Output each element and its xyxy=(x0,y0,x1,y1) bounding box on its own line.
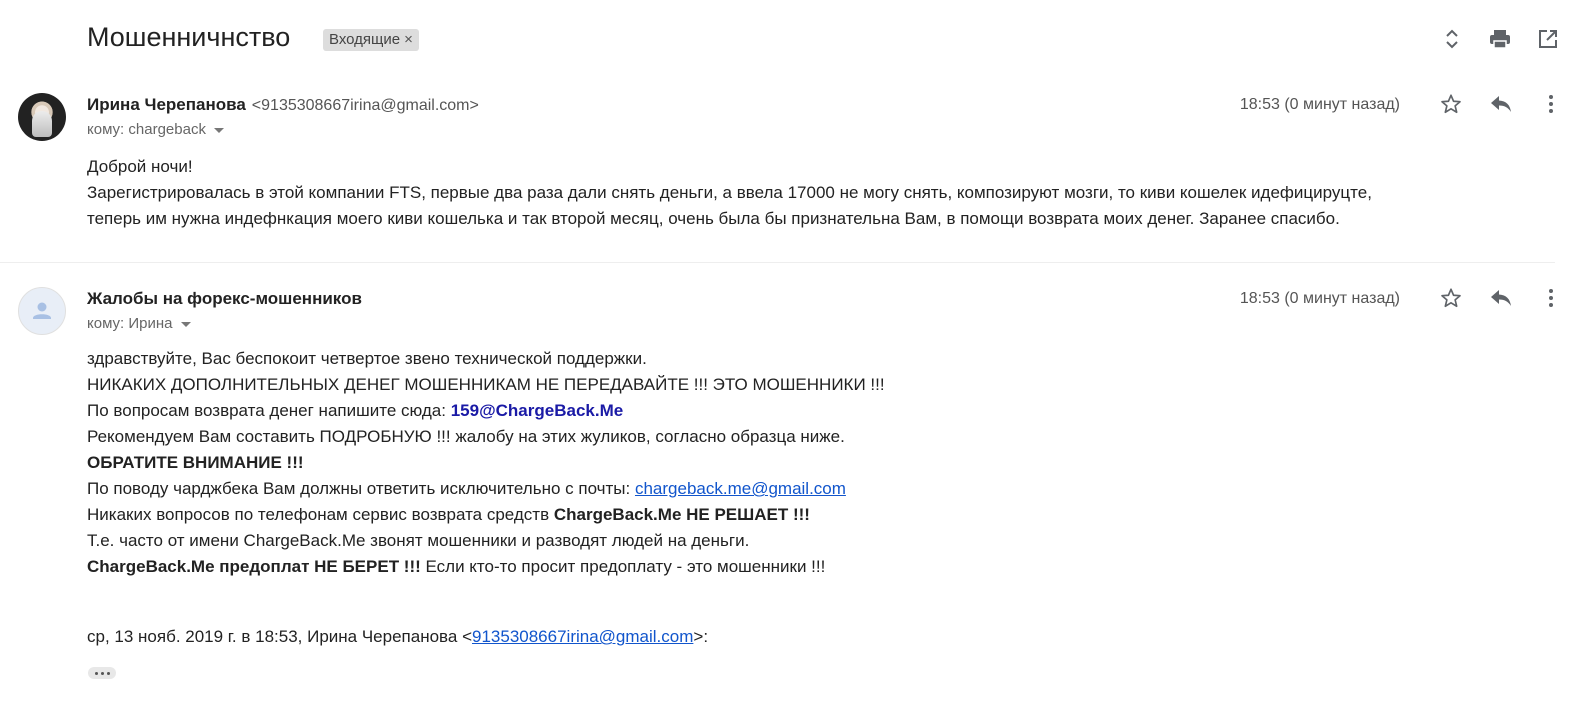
body-text: Никаких вопросов по телефонам сервис воз… xyxy=(87,505,554,524)
ellipsis-dot xyxy=(94,671,98,675)
bold-text: ChargeBack.Me предоплат НЕ БЕРЕТ !!! xyxy=(87,557,421,576)
message-body: Доброй ночи! Зарегистрировалась в этой к… xyxy=(87,154,1535,232)
recipient-details[interactable]: кому: chargeback xyxy=(87,121,224,138)
chevron-down-icon[interactable] xyxy=(180,321,191,327)
star-icon[interactable] xyxy=(1437,90,1465,118)
reply-icon[interactable] xyxy=(1487,90,1515,118)
reply-icon[interactable] xyxy=(1487,284,1515,312)
chargeback-email-link[interactable]: chargeback.me@gmail.com xyxy=(635,479,846,498)
chevron-down-icon[interactable] xyxy=(213,127,224,133)
subject-row: Мошенничнство Входящие × xyxy=(87,22,1575,58)
print-icon[interactable] xyxy=(1487,26,1513,52)
body-line: Доброй ночи! xyxy=(87,157,193,176)
sender-line: Ирина Черепанова <9135308667irina@gmail.c… xyxy=(87,95,479,115)
sender-name[interactable]: Ирина Черепанова xyxy=(87,95,246,114)
quote-prefix: ср, 13 нояб. 2019 г. в 18:53, Ирина Чере… xyxy=(87,627,472,646)
sender-avatar[interactable] xyxy=(18,287,66,335)
recipient-label: кому: Ирина xyxy=(87,315,173,332)
email-subject: Мошенничнство xyxy=(87,22,291,52)
more-vert-icon[interactable] xyxy=(1537,90,1565,118)
body-text: По вопросам возврата денег напишите сюда… xyxy=(87,401,451,420)
message-body: здравствуйте, Вас беспокоит четвертое зв… xyxy=(87,346,1535,580)
unfold-icon[interactable] xyxy=(1439,26,1465,52)
message-divider xyxy=(0,262,1555,263)
recipient-label: кому: chargeback xyxy=(87,121,206,138)
star-icon[interactable] xyxy=(1437,284,1465,312)
attention-heading: ОБРАТИТЕ ВНИМАНИЕ !!! xyxy=(87,453,304,472)
quote-suffix: >: xyxy=(693,627,709,646)
support-email: 159@ChargeBack.Me xyxy=(450,401,624,420)
open-in-new-icon[interactable] xyxy=(1535,26,1561,52)
body-line: НИКАКИХ ДОПОЛНИТЕЛЬНЫХ ДЕНЕГ МОШЕННИКАМ … xyxy=(87,375,885,394)
thread-toolbar xyxy=(1439,26,1561,52)
body-line: Никаких вопросов по телефонам сервис воз… xyxy=(87,502,1535,528)
body-line: Зарегистрировалась в этой компании FTS, … xyxy=(87,183,1372,202)
body-line: Рекомендуем Вам составить ПОДРОБНУЮ !!! … xyxy=(87,427,845,446)
message-time: 18:53 (0 минут назад) xyxy=(1239,290,1400,307)
sender-line: Жалобы на форекс-мошенников xyxy=(87,289,362,309)
label-remove-icon[interactable]: × xyxy=(404,31,413,48)
body-text: По поводу чарджбека Вам должны ответить … xyxy=(87,479,635,498)
sender-avatar[interactable] xyxy=(18,93,66,141)
body-line: здравствуйте, Вас беспокоит четвертое зв… xyxy=(87,349,647,368)
message-time: 18:53 (0 минут назад) xyxy=(1239,96,1400,113)
default-person-icon xyxy=(33,302,51,319)
label-chip-inbox[interactable]: Входящие × xyxy=(323,29,419,51)
body-line: По вопросам возврата денег напишите сюда… xyxy=(87,398,1535,424)
ellipsis-dot xyxy=(106,671,110,675)
ellipsis-dot xyxy=(100,671,104,675)
body-line: теперь им нужна индефнкация моего киви к… xyxy=(87,209,1340,228)
sender-name[interactable]: Жалобы на форекс-мошенников xyxy=(87,289,362,308)
quoted-sender-email-link[interactable]: 9135308667irina@gmail.com xyxy=(472,627,693,646)
body-line: ChargeBack.Me предоплат НЕ БЕРЕТ !!! Есл… xyxy=(87,554,1535,580)
show-trimmed-content-button[interactable] xyxy=(88,667,116,679)
more-vert-icon[interactable] xyxy=(1537,284,1565,312)
bold-text: ChargeBack.Me НЕ РЕШАЕТ !!! xyxy=(553,505,810,524)
label-chip-text: Входящие xyxy=(329,31,401,48)
message-actions xyxy=(1437,90,1565,118)
body-line: ОБРАТИТЕ ВНИМАНИЕ !!! xyxy=(87,450,1535,476)
recipient-details[interactable]: кому: Ирина xyxy=(87,315,191,332)
body-line: Т.е. часто от имени ChargeBack.Me звонят… xyxy=(87,531,750,550)
quote-attribution: ср, 13 нояб. 2019 г. в 18:53, Ирина Чере… xyxy=(87,627,708,647)
sender-email: <9135308667irina@gmail.com> xyxy=(251,97,479,114)
message-actions xyxy=(1437,284,1565,312)
body-text: Если кто-то просит предоплату - это моше… xyxy=(420,557,826,576)
body-line: По поводу чарджбека Вам должны ответить … xyxy=(87,476,1535,502)
